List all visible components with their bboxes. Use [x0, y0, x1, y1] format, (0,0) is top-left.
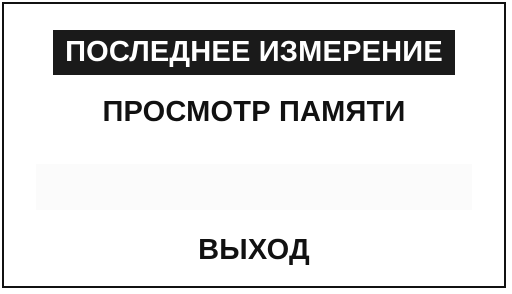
menu-item-exit[interactable]: ВЫХОД	[4, 236, 504, 265]
device-screen: ПОСЛЕДНЕЕ ИЗМЕРЕНИЕ ПРОСМОТР ПАМЯТИ ВЫХО…	[2, 2, 506, 288]
menu-item-label: ПРОСМОТР ПАМЯТИ	[102, 96, 406, 128]
menu-item-memory-view[interactable]: ПРОСМОТР ПАМЯТИ	[4, 98, 504, 127]
menu-item-label: ПОСЛЕДНЕЕ ИЗМЕРЕНИЕ	[53, 30, 455, 75]
menu-item-label: ВЫХОД	[198, 234, 310, 266]
menu-item-last-measurement[interactable]: ПОСЛЕДНЕЕ ИЗМЕРЕНИЕ	[4, 30, 504, 75]
menu-item-empty	[36, 164, 472, 210]
